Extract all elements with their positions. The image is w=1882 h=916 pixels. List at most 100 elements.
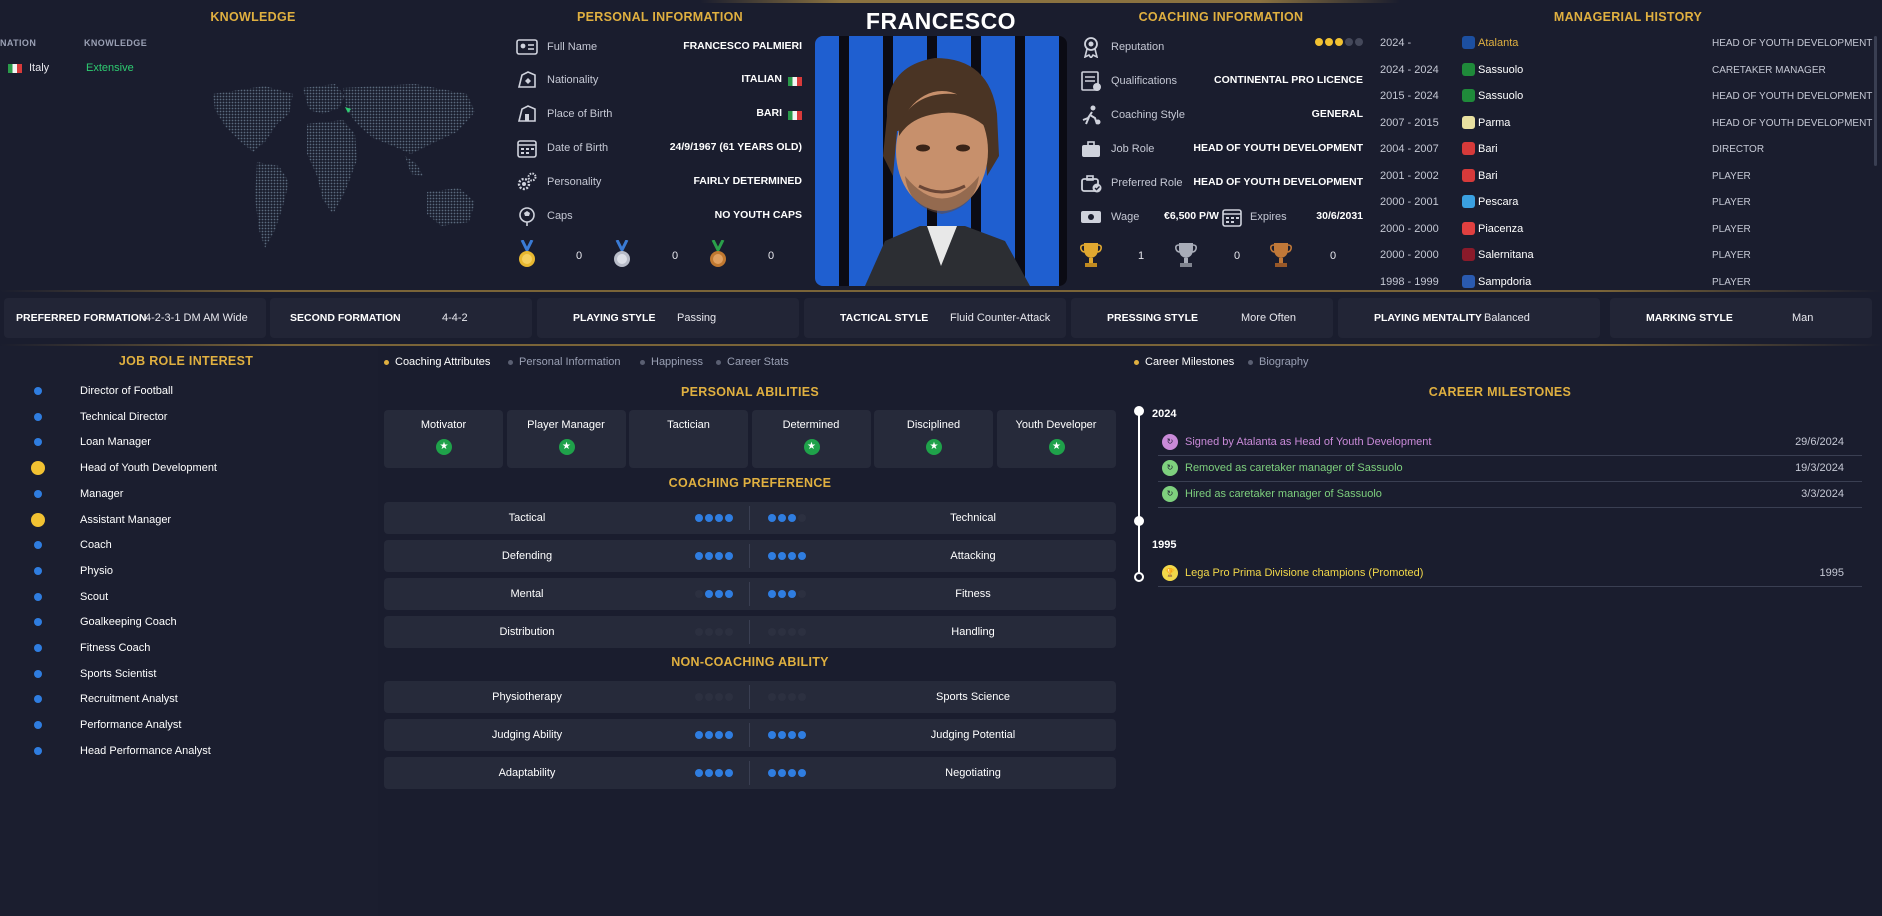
interest-dot-icon (34, 669, 42, 678)
milestone-row[interactable]: 🏆 Lega Pro Prima Divisione champions (Pro… (1158, 562, 1862, 587)
milestone-date: 3/3/2024 (1801, 488, 1844, 500)
milestone-row[interactable]: ↻ Removed as caretaker manager of Sassuol… (1158, 457, 1862, 482)
preference-divider (749, 620, 750, 644)
job-role-item[interactable]: Fitness Coach (34, 640, 334, 658)
place-of-birth-row: Place of Birth BARI (516, 103, 802, 125)
tactic-box[interactable]: TACTICAL STYLE Fluid Counter-Attack (804, 298, 1066, 338)
job-role-item[interactable]: Recruitment Analyst (34, 691, 334, 709)
rating-dot (768, 731, 776, 739)
tab-personal-information[interactable]: Personal Information (508, 356, 621, 368)
tab-coaching-attributes[interactable]: Coaching Attributes (384, 356, 490, 368)
milestone-row[interactable]: ↻ Signed by Atalanta as Head of Youth Dev… (1158, 431, 1862, 456)
rating-dot (778, 514, 786, 522)
tab-career-stats[interactable]: Career Stats (716, 356, 789, 368)
preferred-role-row: Preferred Role HEAD OF YOUTH DEVELOPMENT (1080, 172, 1363, 194)
history-club-link[interactable]: Sassuolo (1478, 90, 1523, 102)
ability-card[interactable]: Youth Developer ★ (996, 410, 1116, 468)
rating-dot (788, 514, 796, 522)
job-role-item[interactable]: Goalkeeping Coach (34, 614, 334, 632)
history-row[interactable]: 2000 - 2000 Salernitana PLAYER (1378, 246, 1874, 266)
rating-dot (695, 693, 703, 701)
expires-value: 30/6/2031 (1316, 210, 1363, 222)
tab-label: Personal Information (519, 356, 621, 368)
history-row[interactable]: 2000 - 2000 Piacenza PLAYER (1378, 220, 1874, 240)
gold-trophy-icon (1080, 243, 1102, 267)
history-role: CARETAKER MANAGER (1712, 64, 1826, 76)
star-icon: ★ (926, 439, 942, 455)
job-role-name: Physio (80, 564, 114, 577)
knowledge-nation[interactable]: Italy (29, 62, 49, 74)
tactic-box[interactable]: PLAYING MENTALITY Balanced (1338, 298, 1600, 338)
history-club-link[interactable]: Pescara (1478, 196, 1518, 208)
italy-flag-icon (8, 62, 22, 74)
tab-bullet-icon (640, 359, 645, 365)
job-role-item[interactable]: Performance Analyst (34, 717, 334, 735)
tab-bullet-icon (1134, 359, 1139, 365)
job-role-item[interactable]: Physio (34, 563, 334, 581)
ability-card[interactable]: Determined ★ (751, 410, 871, 468)
interest-dot-icon (34, 746, 42, 755)
ability-card[interactable]: Tactician (629, 410, 748, 468)
history-scrollbar[interactable] (1874, 36, 1877, 166)
ability-card[interactable]: Player Manager ★ (506, 410, 626, 468)
tactic-label: PRESSING STYLE (1107, 312, 1199, 324)
tactic-box[interactable]: PREFERRED FORMATION 4-2-3-1 DM AM Wide (4, 298, 266, 338)
rating-dot (778, 731, 786, 739)
tab-biography[interactable]: Biography (1248, 356, 1309, 368)
job-role-item[interactable]: Director of Football (34, 383, 334, 401)
history-club-link[interactable]: Salernitana (1478, 249, 1534, 261)
history-row[interactable]: 2004 - 2007 Bari DIRECTOR (1378, 140, 1874, 160)
job-role-item[interactable]: Sports Scientist (34, 666, 334, 684)
wage-label: Wage (1111, 211, 1140, 223)
reputation-star-icon (1335, 38, 1343, 46)
history-club-link[interactable]: Bari (1478, 143, 1498, 155)
preference-right-label: Negotiating (945, 767, 1001, 779)
italy-flag-icon (788, 109, 802, 121)
tab-happiness[interactable]: Happiness (640, 356, 703, 368)
tactic-box[interactable]: SECOND FORMATION 4-4-2 (270, 298, 532, 338)
job-role-item[interactable]: Head of Youth Development (31, 460, 334, 478)
job-role-item[interactable]: Loan Manager (34, 434, 334, 452)
history-row[interactable]: 2024 - Atalanta HEAD OF YOUTH DEVELOPMENT (1378, 34, 1874, 54)
job-role-label: Job Role (1111, 143, 1155, 155)
job-role-item[interactable]: Technical Director (34, 409, 334, 427)
qualifications-label: Qualifications (1111, 75, 1178, 87)
job-role-item[interactable]: Head Performance Analyst (34, 743, 334, 761)
history-row[interactable]: 2001 - 2002 Bari PLAYER (1378, 167, 1874, 187)
qualifications-row: Qualifications CONTINENTAL PRO LICENCE (1080, 70, 1363, 92)
star-icon: ★ (558, 439, 575, 455)
history-club-link[interactable]: Sassuolo (1478, 64, 1523, 76)
rating-dot (695, 514, 703, 522)
job-role-item[interactable]: Assistant Manager (31, 512, 334, 530)
portrait-image (865, 58, 1030, 286)
tab-bullet-icon (384, 359, 389, 365)
job-role-item[interactable]: Manager (34, 486, 334, 504)
tactic-box[interactable]: PRESSING STYLE More Often (1071, 298, 1333, 338)
reputation-star-icon (1325, 38, 1333, 46)
ability-card[interactable]: Motivator ★ (384, 410, 503, 468)
rating-dot (725, 628, 733, 636)
history-row[interactable]: 2015 - 2024 Sassuolo HEAD OF YOUTH DEVELOP… (1378, 87, 1874, 107)
history-row[interactable]: 2007 - 2015 Parma HEAD OF YOUTH DEVELOPMEN… (1378, 114, 1874, 134)
rating-dot (798, 731, 806, 739)
history-row[interactable]: 2000 - 2001 Pescara PLAYER (1378, 193, 1874, 213)
tactic-box[interactable]: PLAYING STYLE Passing (537, 298, 799, 338)
ability-card[interactable]: Disciplined ★ (874, 410, 993, 468)
job-role-item[interactable]: Scout (34, 589, 334, 607)
history-club-link[interactable]: Atalanta (1478, 37, 1518, 49)
milestone-row[interactable]: ↻ Hired as caretaker manager of Sassuolo 3… (1158, 483, 1862, 508)
job-role-name: Assistant Manager (80, 513, 172, 526)
silver-medal-icon (614, 240, 630, 267)
job-role-item[interactable]: Coach (34, 537, 334, 555)
tactic-box[interactable]: MARKING STYLE Man (1610, 298, 1872, 338)
tab-career-milestones[interactable]: Career Milestones (1134, 356, 1234, 368)
history-club-link[interactable]: Parma (1478, 117, 1510, 129)
history-role: HEAD OF YOUTH DEVELOPMENT (1712, 91, 1873, 102)
history-club-link[interactable]: Sampdoria (1478, 276, 1531, 288)
history-club-link[interactable]: Bari (1478, 170, 1498, 182)
job-role-name: Performance Analyst (80, 719, 182, 732)
rating-dot (725, 590, 733, 598)
tab-label: Biography (1259, 356, 1309, 368)
history-row[interactable]: 2024 - 2024 Sassuolo CARETAKER MANAGER (1378, 61, 1874, 81)
history-club-link[interactable]: Piacenza (1478, 223, 1523, 235)
